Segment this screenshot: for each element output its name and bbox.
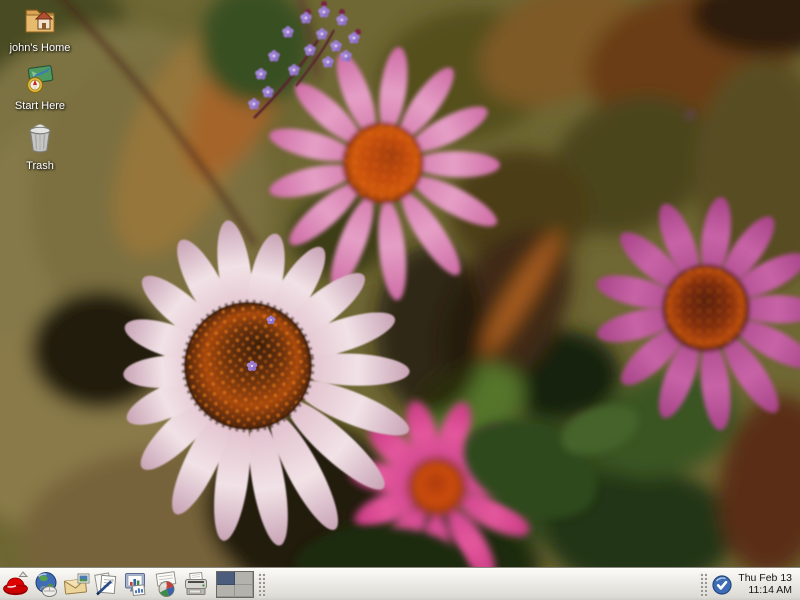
workspace-4[interactable]	[235, 585, 253, 598]
workspace-2[interactable]	[235, 572, 253, 585]
desktop-icon-johns-home[interactable]: john's Home	[2, 4, 78, 54]
printer-button[interactable]	[182, 570, 212, 600]
workspace-pager	[216, 571, 254, 598]
web-browser-button[interactable]	[32, 570, 62, 600]
desktop-icon-label: john's Home	[2, 42, 78, 54]
clock-applet[interactable]: Thu Feb 13 11:14 AM	[738, 573, 792, 596]
panel-drag-handle-left[interactable]	[257, 572, 265, 598]
start-here-icon	[23, 64, 57, 99]
desktop-icon-label: Trash	[2, 160, 78, 172]
desktop-icon-start-here[interactable]: Start Here	[2, 64, 78, 112]
desktop: john's Home Start Here	[0, 0, 800, 600]
home-folder-icon	[21, 4, 59, 41]
wallpaper-photo	[0, 0, 800, 600]
update-notifier[interactable]	[710, 573, 734, 597]
red-hat-main-menu-icon	[2, 570, 32, 600]
email-envelope-icon	[62, 570, 92, 600]
spreadsheet-button[interactable]	[152, 570, 182, 600]
presentation-button[interactable]	[122, 570, 152, 600]
bottom-panel: Thu Feb 13 11:14 AM	[0, 568, 800, 600]
trash-icon	[25, 122, 55, 159]
email-button[interactable]	[62, 570, 92, 600]
desktop-icon-label: Start Here	[2, 100, 78, 112]
main-menu-button[interactable]	[2, 570, 32, 600]
panel-drag-handle-right[interactable]	[699, 572, 707, 598]
web-browser-globe-icon	[32, 570, 62, 600]
update-check-icon	[711, 574, 733, 596]
printer-icon	[182, 570, 212, 600]
word-processor-icon	[92, 570, 122, 600]
workspace-3[interactable]	[217, 585, 235, 598]
desktop-icon-trash[interactable]: Trash	[2, 122, 78, 172]
clock-time: 11:14 AM	[738, 585, 792, 597]
desktop-icon-column: john's Home Start Here	[2, 4, 78, 182]
presentation-chart-icon	[122, 570, 152, 600]
word-processor-button[interactable]	[92, 570, 122, 600]
workspace-1[interactable]	[217, 572, 235, 585]
spreadsheet-piechart-icon	[152, 570, 182, 600]
clock-date: Thu Feb 13	[738, 573, 792, 585]
